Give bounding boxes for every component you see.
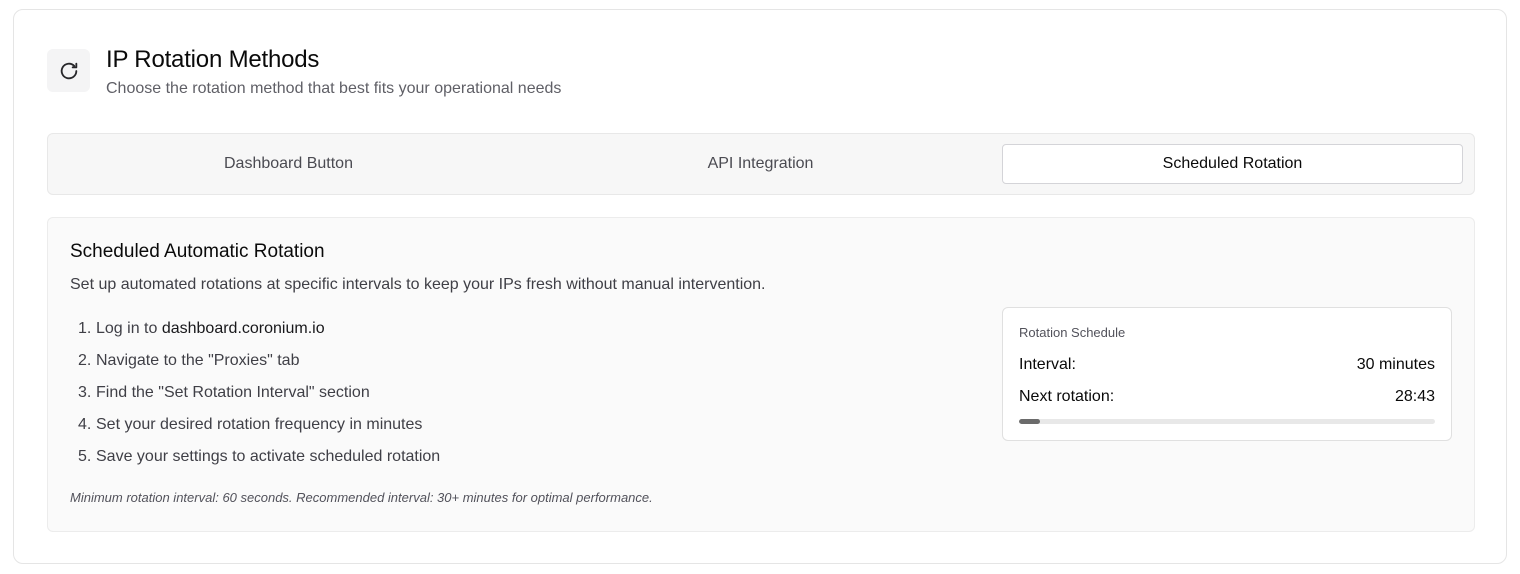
next-rotation-label: Next rotation: — [1019, 388, 1115, 405]
interval-label: Interval: — [1019, 356, 1076, 373]
dashboard-url: dashboard.coronium.io — [161, 320, 325, 337]
step-text: Save your settings to activate scheduled… — [96, 448, 441, 465]
progress-fill — [1019, 419, 1040, 424]
method-tabs: Dashboard Button API Integration Schedul… — [47, 133, 1475, 195]
step-number: 2. — [78, 352, 92, 369]
scheduled-rotation-panel: Scheduled Automatic Rotation Set up auto… — [47, 217, 1475, 532]
panel-title: Scheduled Automatic Rotation — [70, 241, 325, 262]
interval-note: Minimum rotation interval: 60 seconds. R… — [70, 490, 653, 505]
interval-value: 30 minutes — [1356, 356, 1435, 373]
tab-api-integration[interactable]: API Integration — [530, 144, 991, 184]
schedule-label: Rotation Schedule — [1019, 325, 1126, 340]
list-item: 3. Find the "Set Rotation Interval" secti… — [78, 382, 440, 414]
page-title: IP Rotation Methods — [106, 46, 320, 73]
list-item: 5. Save your settings to activate schedul… — [78, 446, 440, 478]
step-text: Find the "Set Rotation Interval" section — [96, 384, 370, 401]
step-text: Log in to — [96, 320, 162, 337]
tab-dashboard-button[interactable]: Dashboard Button — [58, 144, 519, 184]
page-subtitle: Choose the rotation method that best fit… — [106, 80, 562, 97]
next-rotation-value: 28:43 — [1394, 388, 1435, 405]
next-rotation-row: Next rotation: 28:43 — [1019, 388, 1435, 406]
step-number: 4. — [78, 416, 92, 433]
tab-scheduled-rotation[interactable]: Scheduled Rotation — [1002, 144, 1463, 184]
step-number: 5. — [78, 448, 92, 465]
interval-row: Interval: 30 minutes — [1019, 356, 1435, 374]
step-number: 1. — [78, 320, 92, 337]
list-item: 2. Navigate to the "Proxies" tab — [78, 350, 440, 382]
steps-list: 1. Log in to dashboard.coronium.io 2. Navi… — [78, 318, 440, 478]
rotation-schedule-box: Rotation Schedule Interval: 30 minutes N… — [1002, 307, 1452, 441]
rotation-progress-bar — [1019, 419, 1435, 424]
step-number: 3. — [78, 384, 92, 401]
rotation-methods-card: IP Rotation Methods Choose the rotation … — [13, 9, 1507, 564]
list-item: 4. Set your desired rotation frequency in… — [78, 414, 440, 446]
step-text: Navigate to the "Proxies" tab — [96, 352, 300, 369]
panel-description: Set up automated rotations at specific i… — [70, 276, 766, 293]
list-item: 1. Log in to dashboard.coronium.io — [78, 318, 440, 350]
step-text: Set your desired rotation frequency in m… — [96, 416, 423, 433]
refresh-icon — [47, 49, 90, 92]
